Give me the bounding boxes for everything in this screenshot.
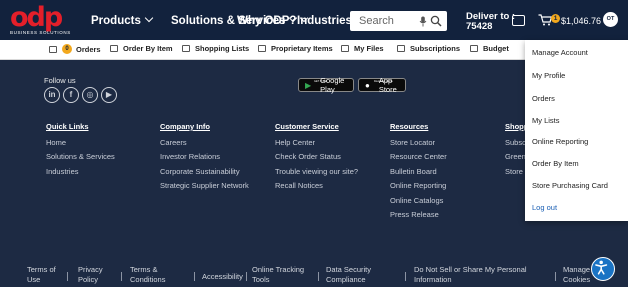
- logo-text: odp: [10, 2, 63, 33]
- footer-link-store-locator[interactable]: Store Locator: [390, 138, 435, 147]
- search-icon[interactable]: [430, 15, 442, 27]
- microphone-icon[interactable]: [419, 16, 427, 27]
- resources-heading[interactable]: Resources: [390, 122, 428, 131]
- footer-link-solutions[interactable]: Solutions & Services: [46, 152, 115, 161]
- footer-link-resource-center[interactable]: Resource Center: [390, 152, 447, 161]
- separator: [555, 272, 556, 281]
- footer-link-investor-relations[interactable]: Investor Relations: [160, 152, 220, 161]
- chat-icon[interactable]: [512, 10, 525, 26]
- facebook-icon[interactable]: f: [63, 87, 79, 103]
- footer-link-help-center[interactable]: Help Center: [275, 138, 315, 147]
- menu-manage-account[interactable]: Manage Account: [532, 48, 588, 57]
- separator: [194, 272, 195, 281]
- youtube-icon[interactable]: ▶: [101, 87, 117, 103]
- subnav-order-by-item[interactable]: Order By Item: [110, 44, 173, 53]
- file-icon: [341, 45, 349, 52]
- instagram-icon[interactable]: ◎: [82, 87, 98, 103]
- shopping-list-icon: [182, 45, 190, 52]
- linkedin-icon[interactable]: in: [44, 87, 60, 103]
- footer-link-supplier-network[interactable]: Strategic Supplier Network: [160, 181, 249, 190]
- app-store-label: App Store: [378, 76, 397, 94]
- logo-tagline: BUSINESS SOLUTIONS: [10, 30, 71, 35]
- footer-link-terms-conditions[interactable]: Terms & Conditions: [130, 265, 165, 285]
- footer-link-do-not-sell[interactable]: Do Not Sell or Share My Personal Informat…: [414, 265, 527, 285]
- footer-link-bulletin-board[interactable]: Bulletin Board: [390, 167, 437, 176]
- apple-icon: ●: [365, 80, 370, 90]
- separator: [246, 272, 247, 281]
- google-play-label: Google Play: [320, 76, 345, 94]
- menu-order-by-item[interactable]: Order By Item: [532, 159, 579, 168]
- footer-link-recall-notices[interactable]: Recall Notices: [275, 181, 323, 190]
- list-icon: [110, 45, 118, 52]
- quick-links-heading[interactable]: Quick Links: [46, 122, 89, 131]
- nav-products[interactable]: Products: [91, 13, 154, 27]
- footer-link-data-security[interactable]: Data Security Compliance: [326, 265, 371, 285]
- budget-icon: [470, 45, 478, 52]
- deliver-to[interactable]: Deliver to : 75428: [466, 12, 515, 32]
- subnav-proprietary-items[interactable]: Proprietary Items: [258, 44, 333, 53]
- subnav-orders[interactable]: 0 Orders: [49, 44, 101, 54]
- menu-store-purchasing-card[interactable]: Store Purchasing Card: [532, 181, 608, 190]
- refresh-icon: [397, 45, 405, 52]
- footer-link-home[interactable]: Home: [46, 138, 66, 147]
- footer-link-order-status[interactable]: Check Order Status: [275, 152, 341, 161]
- account-dropdown-menu: Manage Account My Profile Orders My List…: [525, 40, 628, 221]
- subnav-shopping-lists[interactable]: Shopping Lists: [182, 44, 249, 53]
- cart-icon[interactable]: [538, 14, 552, 26]
- chevron-down-icon: [144, 13, 154, 23]
- separator: [121, 272, 122, 281]
- separator: [405, 272, 406, 281]
- footer-link-online-tracking[interactable]: Online Tracking Tools: [252, 265, 304, 285]
- google-play-tiny: GET IT ON: [314, 80, 327, 83]
- orders-icon: [49, 45, 57, 53]
- menu-log-out[interactable]: Log out: [532, 203, 557, 212]
- footer-link-manage-cookies[interactable]: Manage Cookies: [563, 265, 590, 285]
- footer-link-careers[interactable]: Careers: [160, 138, 187, 147]
- company-info-heading[interactable]: Company Info: [160, 122, 210, 131]
- footer-link-trouble-viewing[interactable]: Trouble viewing our site?: [275, 167, 358, 176]
- subnav-budget[interactable]: Budget: [470, 44, 509, 53]
- cart-count-badge: 1: [551, 14, 560, 23]
- app-store-tiny: Download on the: [374, 80, 393, 83]
- top-header: odp BUSINESS SOLUTIONS Products Solution…: [0, 0, 628, 40]
- deliver-zip: 75428: [466, 21, 493, 32]
- menu-my-lists[interactable]: My Lists: [532, 116, 560, 125]
- accessibility-icon[interactable]: [591, 257, 615, 281]
- play-icon: ▶: [305, 80, 312, 90]
- menu-my-profile[interactable]: My Profile: [532, 71, 565, 80]
- orders-badge: 0: [62, 44, 72, 54]
- footer-link-online-catalogs[interactable]: Online Catalogs: [390, 196, 443, 205]
- separator: [318, 272, 319, 281]
- footer-link-online-reporting[interactable]: Online Reporting: [390, 181, 446, 190]
- follow-us-label: Follow us: [44, 76, 76, 85]
- subnav-subscriptions[interactable]: Subscriptions: [397, 44, 460, 53]
- menu-orders[interactable]: Orders: [532, 94, 555, 103]
- footer-link-privacy-policy[interactable]: Privacy Policy: [78, 265, 103, 285]
- menu-online-reporting[interactable]: Online Reporting: [532, 137, 588, 146]
- odp-logo[interactable]: odp BUSINESS SOLUTIONS: [10, 2, 80, 36]
- subnav-my-files[interactable]: My Files: [341, 44, 384, 53]
- footer-link-terms-of-use[interactable]: Terms of Use: [27, 265, 56, 285]
- app-store-button[interactable]: ● Download on the App Store: [358, 76, 406, 94]
- separator: [67, 272, 68, 281]
- footer-link-accessibility[interactable]: Accessibility: [202, 272, 243, 282]
- search-input[interactable]: Search: [350, 11, 447, 31]
- proprietary-icon: [258, 45, 266, 52]
- footer-link-corporate-sustainability[interactable]: Corporate Sustainability: [160, 167, 240, 176]
- cart-total[interactable]: $1,046.76: [561, 16, 601, 26]
- footer-link-industries[interactable]: Industries: [46, 167, 79, 176]
- account-avatar[interactable]: OT: [603, 12, 618, 27]
- search-placeholder: Search: [359, 15, 394, 27]
- footer-link-press-release[interactable]: Press Release: [390, 210, 439, 219]
- google-play-button[interactable]: ▶ GET IT ON Google Play: [298, 76, 354, 94]
- customer-service-heading[interactable]: Customer Service: [275, 122, 339, 131]
